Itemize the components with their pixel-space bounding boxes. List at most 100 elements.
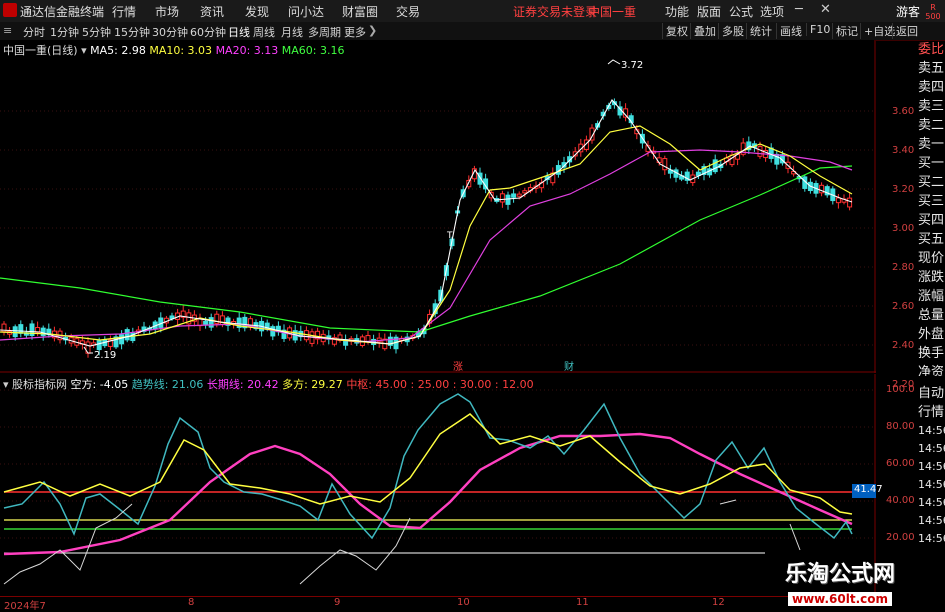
- period-daily[interactable]: 日线: [228, 24, 250, 40]
- low-marker: 2.19: [94, 350, 116, 361]
- high-marker: 3.72: [621, 60, 643, 71]
- zhongshu-label: 中枢: 45.00 : 25.00 : 30.00 : 12.00: [346, 378, 534, 391]
- stock-period-label: 中国一重(日线): [3, 44, 78, 57]
- ma60-label: MA60: 3.16: [281, 44, 345, 57]
- btn-duogu[interactable]: 多股: [718, 23, 744, 39]
- candle-body: [12, 326, 18, 338]
- period-monthly[interactable]: 月线: [281, 24, 303, 40]
- candle-body: [511, 193, 517, 198]
- period-fenshi[interactable]: 分时: [23, 24, 45, 40]
- btn-back[interactable]: 返回: [892, 23, 918, 39]
- candle-body: [208, 317, 214, 328]
- quote-row-label: 买五: [918, 232, 945, 247]
- menu-zixun[interactable]: 资讯: [200, 3, 224, 20]
- legend-toggle-icon[interactable]: ▾: [81, 44, 87, 57]
- price-tick: 3.60: [892, 106, 915, 117]
- btn-diejia[interactable]: 叠加: [690, 23, 716, 39]
- bull-label: 多方: 29.27: [282, 378, 343, 391]
- date-tick: 9: [334, 597, 341, 608]
- candle-body: [505, 194, 511, 205]
- btn-add-watchlist[interactable]: +自选: [860, 23, 895, 39]
- quote-row-label: 卖一: [918, 137, 945, 152]
- menu-faxian[interactable]: 发现: [245, 3, 269, 20]
- watermark-title: 乐淘公式网: [784, 562, 895, 587]
- app-logo-icon: [3, 3, 17, 17]
- toolbar-menu-icon[interactable]: ≡: [3, 24, 12, 37]
- price-tick: 3.20: [892, 184, 915, 195]
- quote-side-panel[interactable]: 委比卖五卖四卖三卖二卖一买一买二买三买四买五现价涨跌涨幅总量外盘换手净资收益: [918, 40, 945, 376]
- badge-r500: R 500: [925, 3, 941, 21]
- cai-marker: 财: [564, 360, 574, 373]
- long-term-label: 长期线: 20.42: [206, 378, 279, 391]
- price-tick: 2.60: [892, 301, 915, 312]
- tick-time: 14:56: [918, 424, 945, 437]
- quote-row-label: 买二: [918, 175, 945, 190]
- menu-wenxiaoda[interactable]: 问小达: [288, 3, 324, 20]
- menu-caifuquan[interactable]: 财富圈: [342, 3, 378, 20]
- quote-row-label: 换手: [918, 346, 945, 361]
- menu-gongshi[interactable]: 公式: [729, 3, 753, 20]
- btn-biaoji[interactable]: 标记: [832, 23, 858, 39]
- candle-body: [522, 190, 528, 194]
- candle-body: [18, 324, 24, 334]
- period-1min[interactable]: 1分钟: [50, 24, 79, 40]
- quote-row-label: 净资: [918, 365, 945, 376]
- candle-body: [516, 193, 522, 197]
- minimize-icon[interactable]: ─: [795, 2, 803, 17]
- btn-f10[interactable]: F10: [806, 23, 830, 36]
- quote-row-label: 委比: [918, 42, 945, 57]
- candle-body: [40, 327, 46, 337]
- btn-huaxian[interactable]: 画线: [776, 23, 802, 39]
- menu-hangqing[interactable]: 行情: [112, 3, 136, 20]
- current-stock-name: 中国一重: [588, 5, 637, 19]
- period-5min[interactable]: 5分钟: [82, 24, 111, 40]
- auto-toggle[interactable]: 自动: [918, 384, 945, 403]
- close-icon[interactable]: ✕: [820, 2, 831, 17]
- candle-body: [835, 197, 841, 204]
- menu-shichang[interactable]: 市场: [155, 3, 179, 20]
- date-axis: 2024年7 8 9 10 11 12: [0, 596, 876, 612]
- period-more[interactable]: 更多: [344, 24, 366, 40]
- kline-chart[interactable]: 3.72 2.19 T 涨 财: [0, 40, 876, 373]
- candle-body: [119, 334, 125, 345]
- indicator-toggle-icon[interactable]: ▾: [3, 378, 9, 391]
- indicator-tick: 100.0: [886, 384, 915, 395]
- date-tick: 10: [457, 597, 470, 608]
- candle-body: [203, 320, 209, 325]
- indicator-chart[interactable]: [0, 374, 876, 596]
- guest-label[interactable]: 游客: [896, 3, 920, 20]
- quote-row-label: 现价: [918, 251, 945, 266]
- menu-gongneng[interactable]: 功能: [665, 3, 689, 20]
- t-marker: T: [446, 231, 453, 241]
- price-tick: 2.80: [892, 262, 915, 273]
- menu-bar: 通达信金融终端 行情 市场 资讯 发现 问小达 财富圈 交易 证券交易未登录 中…: [0, 0, 945, 23]
- tick-time: 14:56: [918, 514, 945, 527]
- app-title: 通达信金融终端: [20, 5, 105, 19]
- date-tick: 11: [576, 597, 589, 608]
- quote-toggle[interactable]: 行情: [918, 403, 945, 422]
- tick-time: 14:56: [918, 496, 945, 509]
- btn-fuquan[interactable]: 复权: [662, 23, 688, 39]
- candle-body: [124, 329, 130, 341]
- period-weekly[interactable]: 周线: [253, 24, 275, 40]
- indicator-tick: 60.00: [886, 458, 915, 469]
- candle-body: [757, 146, 763, 157]
- quote-row-label: 外盘: [918, 327, 945, 342]
- period-30min[interactable]: 30分钟: [152, 24, 188, 40]
- zhang-marker: 涨: [453, 361, 463, 373]
- watermark: 乐淘公式网 www.60lt.com: [760, 556, 920, 606]
- period-toolbar: ≡ 分时 1分钟 5分钟 15分钟 30分钟 60分钟 日线 周线 月线 多周期…: [0, 3, 945, 41]
- btn-tongji[interactable]: 统计: [746, 23, 772, 39]
- period-multi[interactable]: 多周期: [308, 24, 341, 40]
- menu-jiaoyi[interactable]: 交易: [396, 3, 420, 20]
- indicator-name[interactable]: 股标指标网: [12, 378, 67, 391]
- menu-xuanxiang[interactable]: 选项: [760, 3, 784, 20]
- more-chevron-icon[interactable]: ❯: [368, 24, 377, 37]
- tick-time: 14:56: [918, 478, 945, 491]
- indicator-tick: 80.00: [886, 421, 915, 432]
- indicator-legend: ▾ 股标指标网 空方: -4.05 趋势线: 21.06 长期线: 20.42 …: [3, 376, 534, 392]
- login-status[interactable]: 证券交易未登录: [513, 3, 597, 20]
- period-60min[interactable]: 60分钟: [190, 24, 226, 40]
- menu-banmian[interactable]: 版面: [697, 3, 721, 20]
- period-15min[interactable]: 15分钟: [114, 24, 150, 40]
